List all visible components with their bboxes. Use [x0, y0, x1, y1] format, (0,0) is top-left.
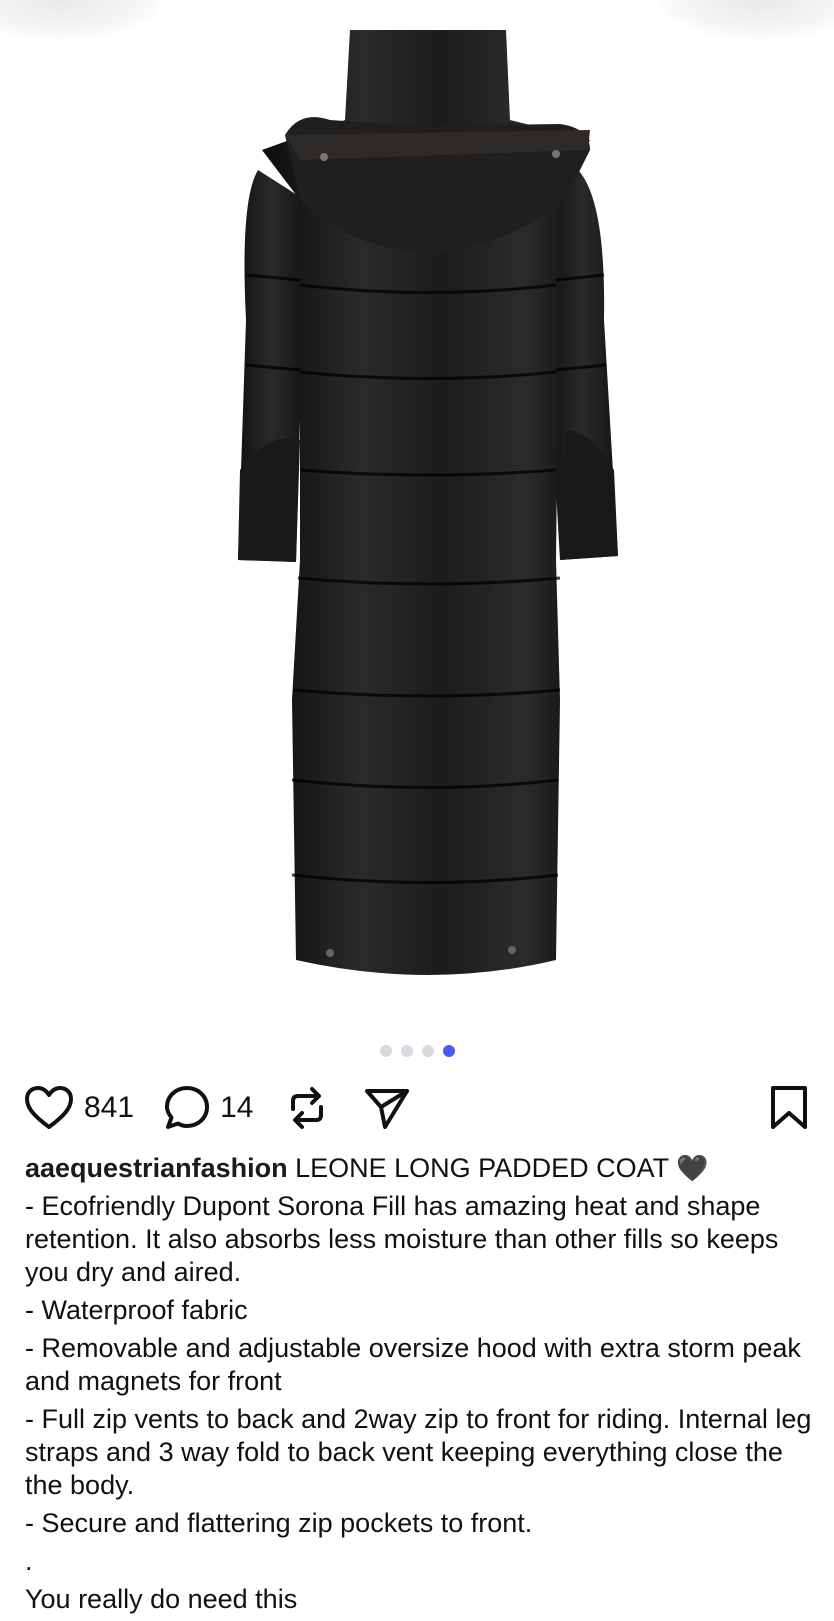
caption-line: .: [25, 1546, 33, 1576]
comment-count[interactable]: 14: [220, 1091, 253, 1125]
coat-illustration: [238, 30, 618, 975]
caption-headline: aaequestrianfashion LEONE LONG PADDED CO…: [25, 1152, 815, 1185]
comment-icon[interactable]: [164, 1085, 210, 1131]
carousel-dot: [400, 1045, 413, 1057]
like-count[interactable]: 841: [84, 1091, 134, 1125]
username-link[interactable]: aaequestrianfashion: [25, 1153, 288, 1183]
carousel-dot-active: [442, 1045, 455, 1057]
caption-line: - Secure and flattering zip pockets to f…: [25, 1508, 533, 1538]
bookmark-icon[interactable]: [768, 1085, 810, 1131]
heart-icon[interactable]: [24, 1085, 74, 1131]
post-image[interactable]: [0, 0, 834, 1030]
caption-line: - Waterproof fabric: [25, 1295, 248, 1325]
share-button[interactable]: [363, 1085, 411, 1131]
share-icon[interactable]: [363, 1085, 411, 1131]
caption-line: - Full zip vents to back and 2way zip to…: [25, 1404, 812, 1500]
carousel-indicator: [0, 1044, 834, 1058]
caption-title: LEONE LONG PADDED COAT: [295, 1153, 669, 1183]
black-heart-icon: 🖤: [676, 1153, 709, 1183]
like-button[interactable]: 841: [24, 1085, 134, 1131]
repost-icon[interactable]: [287, 1085, 327, 1131]
save-button[interactable]: [768, 1085, 810, 1131]
action-bar: 841 14: [24, 1082, 810, 1134]
carousel-dot: [421, 1045, 434, 1057]
repost-button[interactable]: [287, 1085, 327, 1131]
caption-line: - Ecofriendly Dupont Sorona Fill has ama…: [25, 1191, 779, 1287]
carousel-dot: [379, 1045, 392, 1057]
caption-line: - Removable and adjustable oversize hood…: [25, 1333, 801, 1396]
post-caption: aaequestrianfashion LEONE LONG PADDED CO…: [25, 1152, 815, 1621]
comment-button[interactable]: 14: [164, 1085, 253, 1131]
